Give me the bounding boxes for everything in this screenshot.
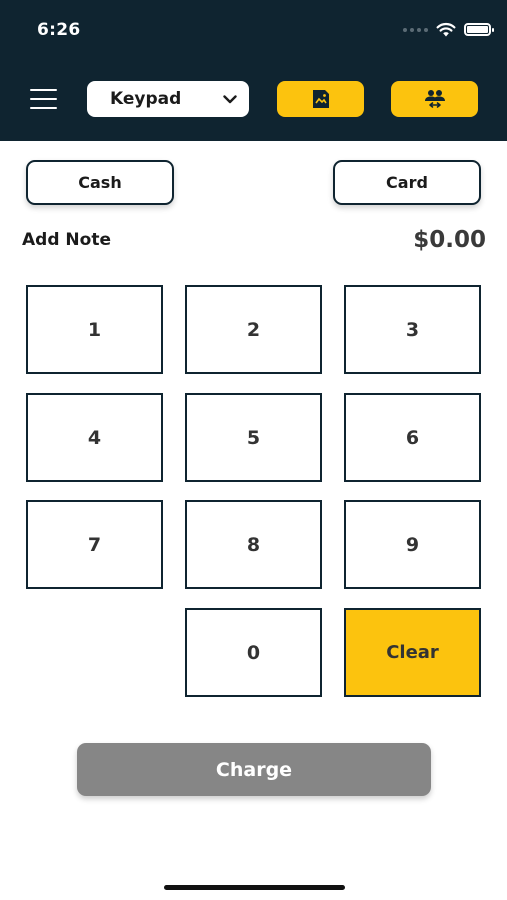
total-amount: $0.00 xyxy=(413,227,486,253)
key-2[interactable]: 2 xyxy=(185,285,322,374)
key-1[interactable]: 1 xyxy=(26,285,163,374)
key-7[interactable]: 7 xyxy=(26,500,163,589)
key-5[interactable]: 5 xyxy=(185,393,322,482)
key-9[interactable]: 9 xyxy=(344,500,481,589)
home-indicator xyxy=(164,885,345,890)
clear-button[interactable]: Clear xyxy=(344,608,481,697)
mode-select[interactable]: Keypad xyxy=(87,81,249,117)
receipt-button[interactable] xyxy=(277,81,364,117)
battery-icon xyxy=(464,23,494,36)
chevron-down-icon xyxy=(223,94,237,103)
key-3[interactable]: 3 xyxy=(344,285,481,374)
charge-button[interactable]: Charge xyxy=(77,743,431,796)
cash-button[interactable]: Cash xyxy=(26,160,174,205)
receipt-icon xyxy=(312,90,329,108)
signal-icon xyxy=(403,27,428,32)
customers-button[interactable] xyxy=(391,81,478,117)
key-0[interactable]: 0 xyxy=(185,608,322,697)
mode-select-value: Keypad xyxy=(110,89,182,109)
wifi-icon xyxy=(436,22,456,37)
top-bar: 6:26 Keypad xyxy=(0,0,507,141)
add-note-link[interactable]: Add Note xyxy=(22,230,111,250)
status-time: 6:26 xyxy=(37,20,81,40)
card-button[interactable]: Card xyxy=(333,160,481,205)
key-4[interactable]: 4 xyxy=(26,393,163,482)
customers-icon xyxy=(424,90,445,108)
key-8[interactable]: 8 xyxy=(185,500,322,589)
status-icons xyxy=(403,22,494,37)
key-6[interactable]: 6 xyxy=(344,393,481,482)
hamburger-menu-icon[interactable] xyxy=(30,89,57,109)
